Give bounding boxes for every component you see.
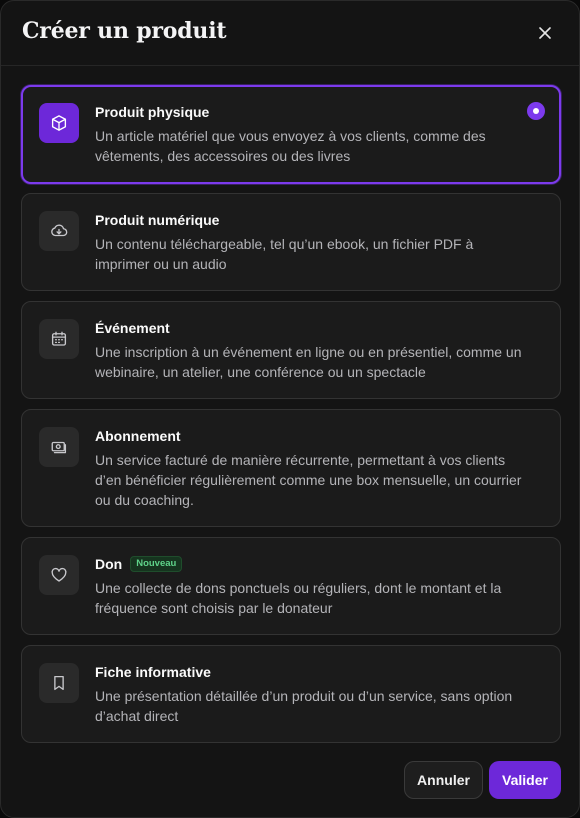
heart-icon [39,555,79,595]
cloud-download-icon [39,211,79,251]
option-title-text: Produit numérique [95,212,220,228]
option-description: Une collecte de dons ponctuels ou réguli… [95,580,502,616]
option-title: Don Nouveau [95,556,183,572]
option-description: Un contenu téléchargeable, tel qu’un ebo… [95,236,474,272]
option-title-text: Abonnement [95,428,181,444]
option-title-text: Événement [95,320,170,336]
option-title-text: Produit physique [95,104,210,120]
option-donation[interactable]: Don Nouveau Une collecte de dons ponctue… [21,537,561,635]
create-product-dialog: Créer un produit Produit physique Un art… [0,0,580,818]
option-digital-product[interactable]: Produit numérique Un contenu téléchargea… [21,193,561,291]
option-description: Une inscription à un événement en ligne … [95,344,522,380]
option-event[interactable]: Événement Une inscription à un événement… [21,301,561,399]
option-title: Produit physique [95,104,209,120]
option-title: Fiche informative [95,664,211,680]
option-description: Un article matériel que vous envoyez à v… [95,128,486,164]
selected-radio[interactable] [527,102,545,120]
money-icon [39,427,79,467]
dialog-title: Créer un produit [22,18,227,44]
cube-icon [39,103,79,143]
cancel-button[interactable]: Annuler [404,761,483,799]
close-button[interactable] [535,23,555,43]
option-description: Un service facturé de manière récurrente… [95,452,522,508]
calendar-icon [39,319,79,359]
option-title: Événement [95,320,170,336]
option-description: Une présentation détaillée d’un produit … [95,688,513,724]
confirm-button[interactable]: Valider [489,761,561,799]
option-title-text: Fiche informative [95,664,211,680]
option-info-sheet[interactable]: Fiche informative Une présentation détai… [21,645,561,743]
new-badge: Nouveau [130,556,183,572]
close-icon [539,27,551,39]
option-physical-product[interactable]: Produit physique Un article matériel que… [21,85,561,184]
option-title-text: Don [95,556,123,572]
dialog-header: Créer un produit [1,1,579,66]
option-subscription[interactable]: Abonnement Un service facturé de manière… [21,409,561,527]
option-title: Abonnement [95,428,181,444]
bookmark-icon [39,663,79,703]
option-title: Produit numérique [95,212,219,228]
